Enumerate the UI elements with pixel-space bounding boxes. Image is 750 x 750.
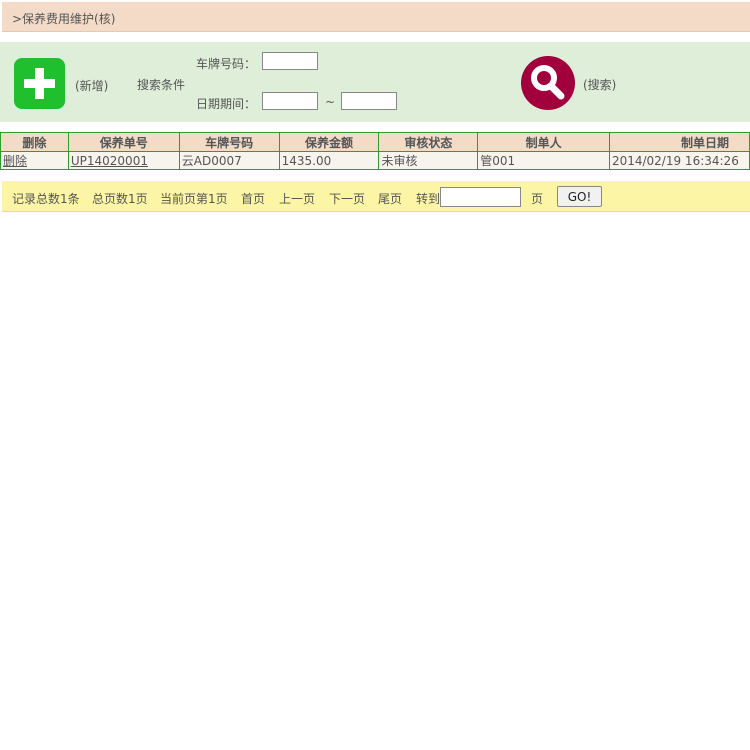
plate-number-label: 车牌号码： xyxy=(196,57,257,71)
row-delete-cell: 删除 xyxy=(0,151,69,170)
search-panel: (新增) 搜索条件 车牌号码： 日期期间： ~ (搜索) xyxy=(0,42,750,122)
column-header-order-no: 保养单号 xyxy=(67,132,180,152)
goto-label: 转到 xyxy=(416,192,441,206)
plus-icon-bar xyxy=(24,79,55,88)
date-range-label: 日期期间： xyxy=(196,97,257,111)
search-label[interactable]: (搜索) xyxy=(583,76,616,93)
total-pages: 总页数1页 xyxy=(92,192,148,206)
maintenance-table: 删除 保养单号 车牌号码 保养金额 审核状态 制单人 制单日期 删除 UP140… xyxy=(0,132,750,170)
column-header-creator: 制单人 xyxy=(477,132,610,152)
add-button[interactable] xyxy=(14,58,65,109)
column-header-amount: 保养金额 xyxy=(278,132,380,152)
order-no-link[interactable]: UP14020001 xyxy=(71,154,148,168)
column-header-status: 审核状态 xyxy=(378,132,479,152)
page-suffix: 页 xyxy=(531,192,544,206)
column-header-delete: 删除 xyxy=(0,132,69,152)
search-conditions-label: 搜索条件 xyxy=(137,78,186,92)
goto-page-input[interactable] xyxy=(440,187,521,207)
plate-number-input[interactable] xyxy=(262,52,318,70)
prev-page-link[interactable]: 上一页 xyxy=(279,190,315,207)
row-date-cell: 2014/02/19 16:34:26 xyxy=(608,151,750,170)
total-records: 记录总数1条 xyxy=(12,192,80,206)
magnifier-icon xyxy=(531,65,565,100)
first-page-link[interactable]: 首页 xyxy=(241,190,265,207)
row-creator-cell: 管001 xyxy=(477,151,610,170)
next-page-link[interactable]: 下一页 xyxy=(329,190,365,207)
row-order-no-cell: UP14020001 xyxy=(67,151,180,170)
row-status-cell: 未审核 xyxy=(378,151,479,170)
go-button[interactable]: GO! xyxy=(557,186,602,207)
breadcrumb-text: >保养费用维护(核) xyxy=(12,12,116,26)
pagination-bar: 记录总数1条 总页数1页 当前页第1页 首页 上一页 下一页 尾页 转到 页 G… xyxy=(2,181,750,212)
table-header-row: 删除 保养单号 车牌号码 保养金额 审核状态 制单人 制单日期 xyxy=(0,132,750,152)
date-to-input[interactable] xyxy=(341,92,397,110)
delete-link[interactable]: 删除 xyxy=(3,154,27,168)
last-page-link[interactable]: 尾页 xyxy=(378,190,402,207)
date-from-input[interactable] xyxy=(262,92,318,110)
column-header-plate: 车牌号码 xyxy=(178,132,280,152)
row-amount-cell: 1435.00 xyxy=(278,151,380,170)
breadcrumb: >保养费用维护(核) xyxy=(2,2,750,32)
add-label[interactable]: (新增) xyxy=(75,77,108,94)
column-header-date: 制单日期 xyxy=(608,132,750,152)
search-button[interactable] xyxy=(521,56,575,110)
date-separator: ~ xyxy=(325,95,336,109)
row-plate-cell: 云AD0007 xyxy=(178,151,280,170)
table-row: 删除 UP14020001 云AD0007 1435.00 未审核 管001 2… xyxy=(0,151,750,170)
current-page: 当前页第1页 xyxy=(160,192,228,206)
